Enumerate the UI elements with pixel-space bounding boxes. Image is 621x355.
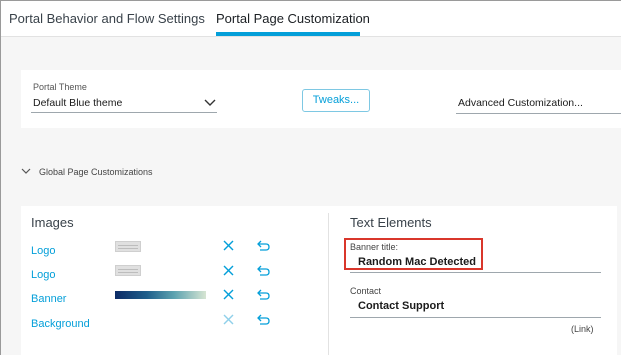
- tweaks-button[interactable]: Tweaks...: [302, 89, 370, 112]
- contact-input[interactable]: Contact Support: [358, 300, 444, 312]
- chevron-down-icon[interactable]: [21, 166, 31, 176]
- advanced-customization-select[interactable]: Advanced Customization...: [458, 97, 583, 109]
- tab-bar: Portal Behavior and Flow Settings Portal…: [1, 1, 621, 37]
- banner-thumbnail: [115, 291, 206, 299]
- panel-divider: [328, 213, 329, 355]
- close-icon[interactable]: [223, 265, 234, 276]
- active-tab-indicator: [216, 32, 360, 36]
- contact-label: Contact: [350, 286, 382, 296]
- undo-icon[interactable]: [257, 240, 270, 251]
- portal-theme-underline: [31, 112, 217, 113]
- global-page-customizations-toggle[interactable]: Global Page Customizations: [39, 167, 153, 177]
- logo-thumbnail: [115, 241, 141, 252]
- banner-title-underline: [350, 272, 601, 273]
- customization-panel: [21, 206, 617, 355]
- undo-icon[interactable]: [257, 289, 270, 300]
- portal-theme-label: Portal Theme: [33, 82, 87, 92]
- tab-portal-page-customization[interactable]: Portal Page Customization: [216, 11, 370, 26]
- tab-portal-behavior[interactable]: Portal Behavior and Flow Settings: [9, 11, 205, 26]
- advanced-customization-underline: [456, 113, 621, 114]
- portal-theme-select[interactable]: Default Blue theme: [33, 97, 122, 109]
- text-elements-section-title: Text Elements: [350, 215, 432, 230]
- images-section-title: Images: [31, 215, 74, 230]
- image-link-banner[interactable]: Banner: [31, 293, 66, 305]
- undo-icon[interactable]: [257, 265, 270, 276]
- image-link-background[interactable]: Background: [31, 318, 90, 330]
- logo-thumbnail: [115, 265, 141, 276]
- close-icon[interactable]: [223, 289, 234, 300]
- chevron-down-icon[interactable]: [204, 97, 216, 107]
- image-link-logo[interactable]: Logo: [31, 269, 55, 281]
- close-icon[interactable]: [223, 240, 234, 251]
- highlight-annotation: [344, 238, 483, 270]
- contact-underline: [350, 317, 601, 318]
- close-icon[interactable]: [223, 314, 234, 325]
- link-hint: (Link): [571, 324, 594, 334]
- undo-icon[interactable]: [257, 314, 270, 325]
- image-link-logo[interactable]: Logo: [31, 245, 55, 257]
